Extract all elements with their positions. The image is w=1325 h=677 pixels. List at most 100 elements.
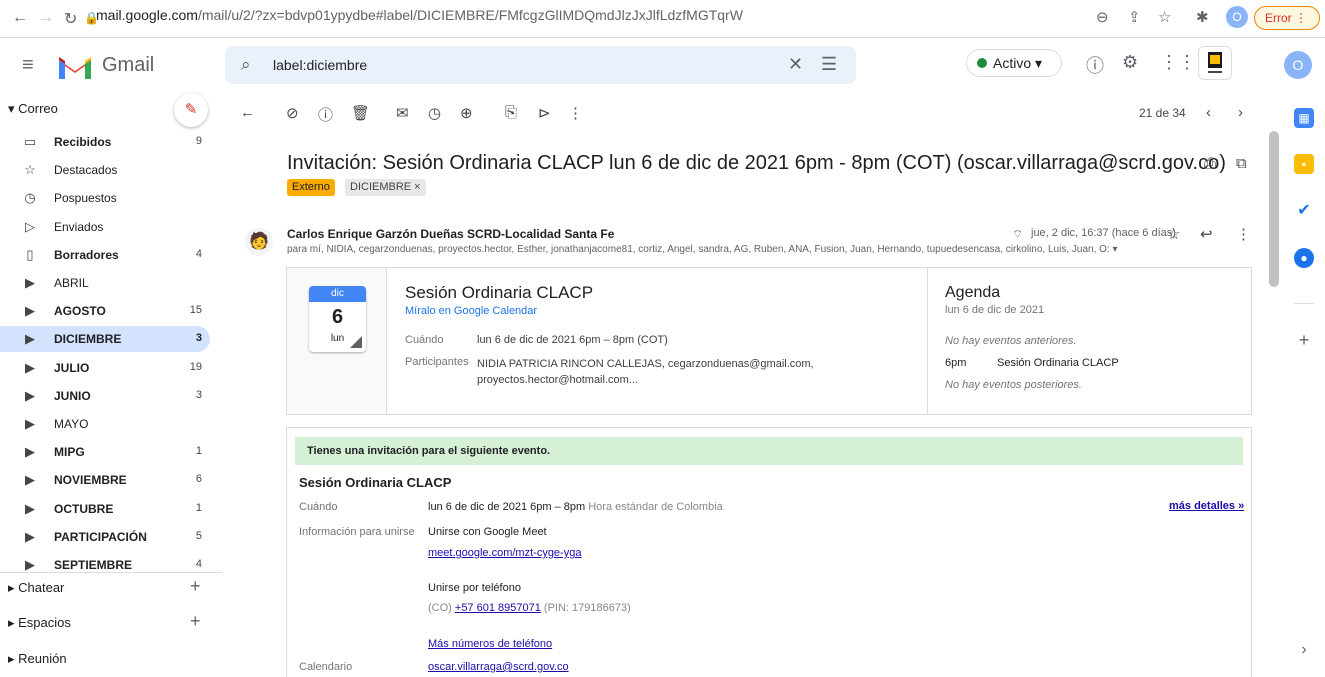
sidebar-item-mayo[interactable]: ▶ MAYO — [0, 411, 210, 437]
sidebar-item-abril[interactable]: ▶ ABRIL — [0, 270, 210, 296]
search-bar[interactable]: ⌕ label:diciembre ✕ ☰ — [225, 46, 856, 84]
sidebar-item-septiembre[interactable]: ▶ SEPTIEMBRE 4 — [0, 552, 210, 578]
sidebar-item-enviados[interactable]: ▷ Enviados — [0, 214, 210, 240]
sidebar-item-mipg[interactable]: ▶ MIPG 1 — [0, 439, 210, 465]
back-to-list-icon[interactable]: ← — [240, 104, 255, 121]
reload-icon[interactable]: ↻ — [64, 9, 77, 29]
sidebar-item-julio[interactable]: ▶ JULIO 19 — [0, 355, 210, 381]
delete-trash-icon[interactable]: 🗑 — [351, 104, 370, 122]
sidebar-item-destacados[interactable]: ☆ Destacados — [0, 157, 210, 183]
calendar-app-icon[interactable]: ▦ — [1294, 108, 1314, 128]
newer-chevron-icon[interactable]: ‹ — [1206, 104, 1211, 121]
attachment-icon: ⌔ — [1012, 227, 1024, 241]
main-menu-icon[interactable]: ≡ — [22, 54, 34, 77]
add-task-icon[interactable]: ⊕ — [460, 104, 473, 122]
view-in-calendar-link[interactable]: Míralo en Google Calendar — [405, 305, 537, 317]
forward-arrow-icon[interactable]: → — [38, 9, 54, 27]
invitation-banner: Tienes una invitación para el siguiente … — [295, 437, 1243, 465]
archive-icon[interactable]: ⊘ — [286, 104, 299, 122]
older-chevron-icon[interactable]: › — [1238, 104, 1243, 121]
sidebar-section-spaces[interactable]: ▸ Espacios — [8, 615, 71, 631]
browser-profile-avatar[interactable]: O — [1226, 6, 1248, 28]
sidebar-item-junio[interactable]: ▶ JUNIO 3 — [0, 383, 210, 409]
label-icon: ▶ — [25, 557, 35, 572]
external-badge: Externo — [287, 179, 335, 196]
extensions-puzzle-icon[interactable]: ✱ — [1196, 8, 1209, 26]
search-options-icon[interactable]: ☰ — [821, 54, 837, 75]
more-options-icon[interactable]: ⋮ — [568, 104, 583, 122]
sidebar-item-noviembre[interactable]: ▶ NOVIEMBRE 6 — [0, 467, 210, 493]
print-icon[interactable]: ⎙ — [1204, 155, 1216, 172]
move-to-icon[interactable]: ⎘ — [505, 104, 517, 121]
sidebar-item-diciembre[interactable]: ▶ DICIEMBRE 3 — [0, 326, 210, 353]
gmail-wordmark[interactable]: Gmail — [102, 54, 154, 77]
zoom-icon[interactable]: ⊖ — [1096, 8, 1109, 26]
phone-number-link[interactable]: +57 601 8957071 — [455, 602, 541, 614]
share-icon[interactable]: ⇪ — [1128, 8, 1141, 26]
sidebar-item-label: JUNIO — [54, 388, 91, 403]
sidebar-item-count: 9 — [195, 135, 202, 147]
back-arrow-icon[interactable]: ← — [12, 9, 28, 27]
sidebar-section-chat[interactable]: ▸ Chatear — [8, 580, 64, 596]
tasks-app-icon[interactable]: ✔ — [1294, 201, 1314, 221]
status-selector[interactable]: Activo ▾ — [966, 49, 1062, 77]
open-new-window-icon[interactable]: ⧉ — [1236, 155, 1247, 172]
search-icon[interactable]: ⌕ — [241, 55, 251, 75]
help-icon[interactable]: ⓘ — [1086, 52, 1104, 78]
organization-logo[interactable] — [1198, 46, 1232, 80]
sidebar-item-label: MIPG — [54, 445, 85, 460]
sidebar-item-participación[interactable]: ▶ PARTICIPACIÓN 5 — [0, 524, 210, 550]
page-count: 21 de 34 — [1139, 106, 1186, 120]
sidebar-item-octubre[interactable]: ▶ OCTUBRE 1 — [0, 496, 210, 522]
label-icon: ▶ — [25, 303, 35, 319]
scrollbar-thumb[interactable] — [1269, 131, 1279, 287]
draft-icon: ▯ — [26, 246, 34, 262]
add-space-icon[interactable]: + — [190, 611, 201, 632]
address-bar[interactable]: mail.google.com/mail/u/2/?zx=bdvp01ypydb… — [96, 7, 743, 23]
sidebar-item-recibidos[interactable]: ▭ Recibidos 9 — [0, 129, 210, 155]
sidebar-item-count: 1 — [195, 445, 202, 458]
label-icon: ▶ — [25, 528, 35, 544]
sidebar-item-agosto[interactable]: ▶ AGOSTO 15 — [0, 298, 210, 324]
sender-avatar[interactable]: 🧑 — [245, 228, 273, 256]
get-addons-plus-icon[interactable]: + — [1294, 330, 1314, 350]
calendar-value[interactable]: oscar.villarraga@scrd.gov.co — [428, 661, 569, 673]
message-more-icon[interactable]: ⋮ — [1236, 225, 1251, 243]
recipients-line[interactable]: para mí, NIDIA, cegarzonduenas, proyecto… — [287, 244, 1217, 255]
account-avatar[interactable]: O — [1284, 51, 1312, 79]
report-spam-icon[interactable]: ⓘ — [318, 104, 333, 125]
mail-section-toggle[interactable]: ▾ Correo — [8, 101, 58, 117]
gmail-logo-icon[interactable] — [56, 52, 94, 80]
star-message-icon[interactable]: ☆ — [1167, 225, 1180, 243]
label-icon: ▶ — [25, 500, 35, 516]
browser-toolbar: ← → ↻ 🔒 mail.google.com/mail/u/2/?zx=bdv… — [0, 0, 1325, 38]
join-meet-label: Unirse con Google Meet — [428, 526, 547, 538]
add-chat-icon[interactable]: + — [190, 576, 201, 597]
settings-gear-icon[interactable]: ⚙ — [1122, 52, 1138, 73]
browser-error-button[interactable]: Error ⋮ — [1254, 6, 1320, 30]
reply-icon[interactable]: ↩ — [1200, 225, 1213, 243]
mark-unread-icon[interactable]: ✉ — [396, 104, 409, 122]
section-chat-label: Chatear — [18, 580, 65, 595]
search-input[interactable]: label:diciembre — [273, 57, 367, 73]
more-phone-numbers-link[interactable]: Más números de teléfono — [428, 638, 552, 650]
more-details-link[interactable]: más detalles » — [1169, 500, 1244, 512]
clock-icon: ◷ — [24, 190, 36, 206]
compose-button[interactable]: ✎ — [174, 93, 208, 127]
clear-search-icon[interactable]: ✕ — [788, 54, 803, 75]
sidebar-item-borradores[interactable]: ▯ Borradores 4 — [0, 242, 210, 268]
expand-panel-chevron-icon[interactable]: › — [1294, 640, 1314, 660]
label-chip[interactable]: DICIEMBRE × — [345, 179, 426, 196]
sidebar-item-pospuestos[interactable]: ◷ Pospuestos — [0, 185, 210, 211]
sidebar-section-meet[interactable]: ▸ Reunión — [8, 651, 67, 667]
label-tag-icon[interactable]: ⊳ — [538, 104, 551, 122]
meet-link[interactable]: meet.google.com/mzt-cyge-yga — [428, 547, 581, 559]
apps-grid-icon[interactable]: ⋮⋮ — [1160, 52, 1196, 73]
agenda-event-title[interactable]: Sesión Ordinaria CLACP — [997, 357, 1119, 369]
contacts-app-icon[interactable]: ● — [1294, 248, 1314, 268]
participants-value[interactable]: NIDIA PATRICIA RINCON CALLEJAS, cegarzon… — [477, 356, 917, 388]
sender-name[interactable]: Carlos Enrique Garzón Dueñas SCRD-Locali… — [287, 227, 614, 241]
keep-app-icon[interactable]: ▪ — [1294, 154, 1314, 174]
snooze-clock-icon[interactable]: ◷ — [428, 104, 441, 122]
bookmark-star-icon[interactable]: ☆ — [1158, 8, 1171, 26]
